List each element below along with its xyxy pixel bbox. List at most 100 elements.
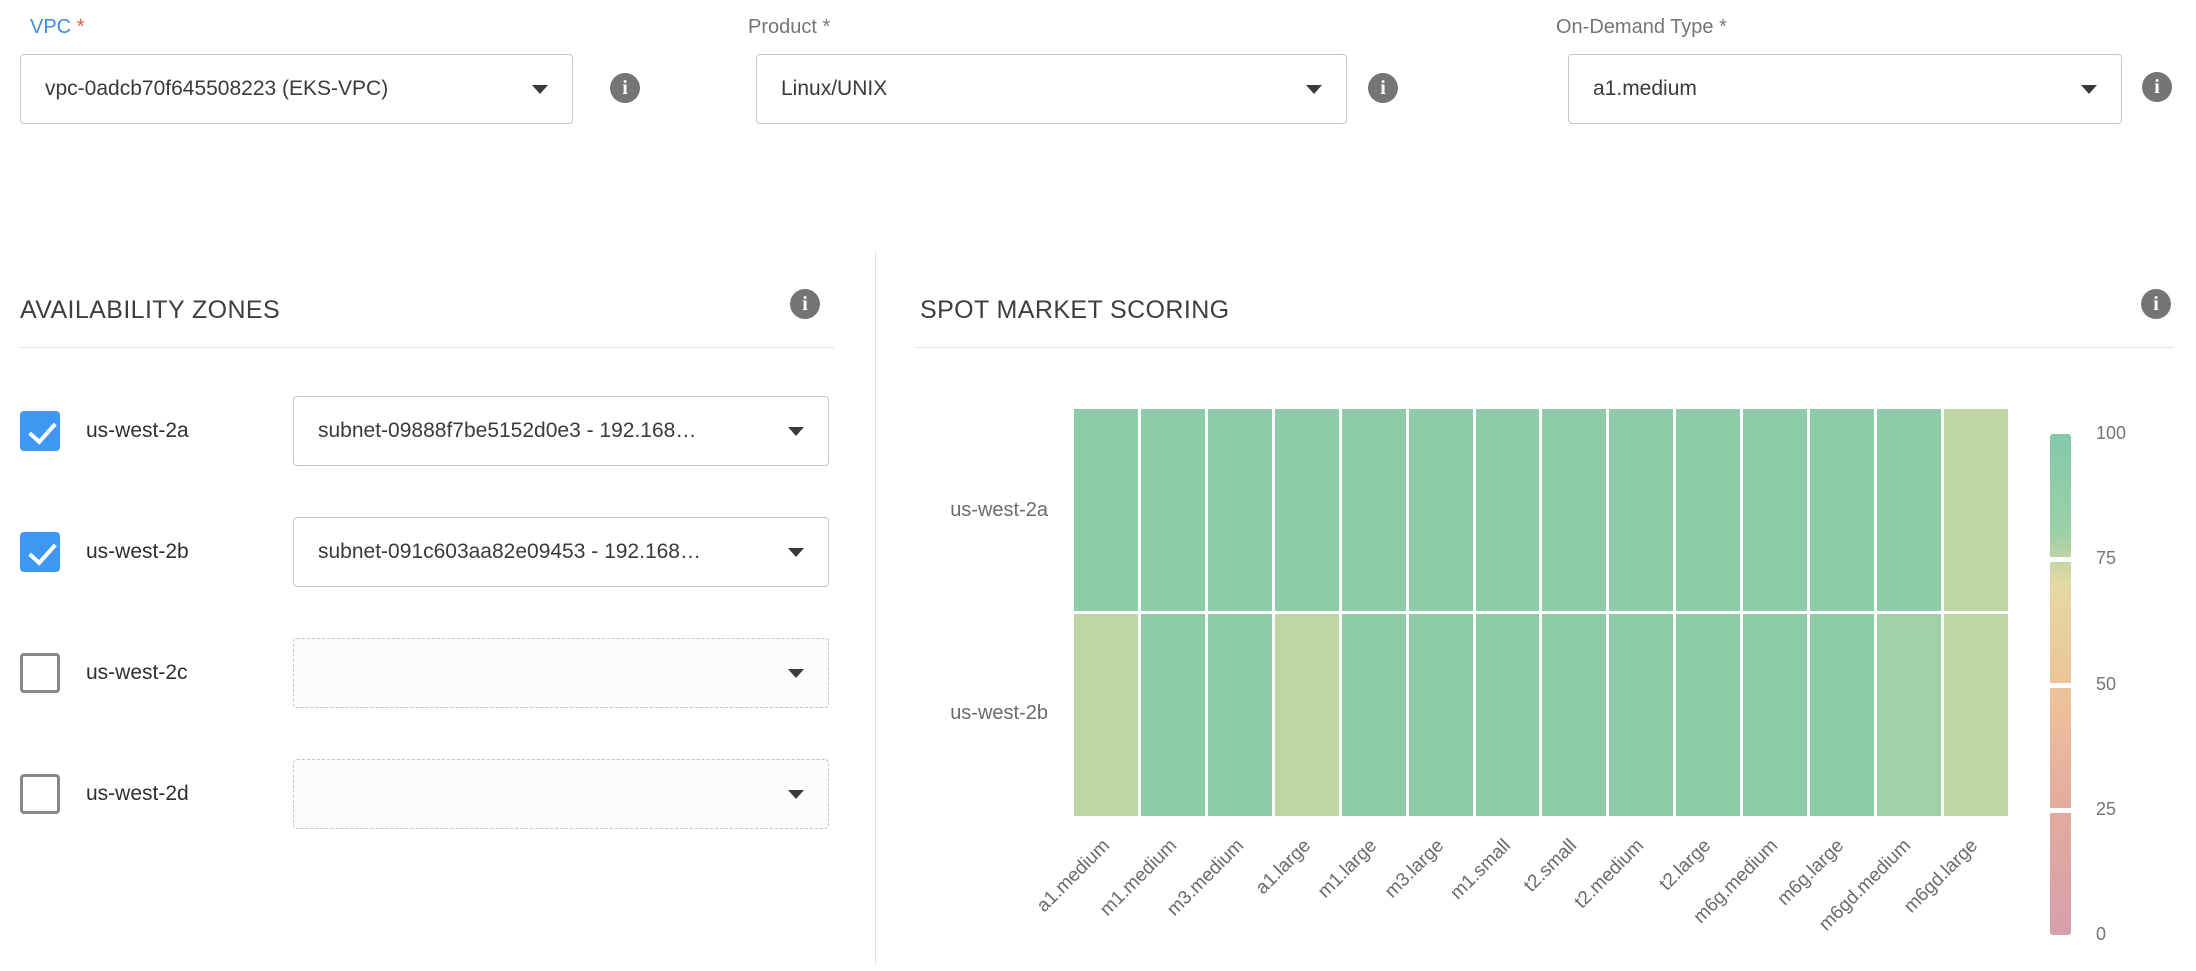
x-axis-label: m6g.medium <box>1647 835 1783 971</box>
colorbar-tick-label: 100 <box>2096 423 2126 444</box>
product-required-asterisk: * <box>823 16 831 38</box>
x-axis-label: m6gd.medium <box>1780 835 1916 971</box>
chevron-down-icon <box>788 790 804 799</box>
x-axis-label: m1.large <box>1246 835 1382 971</box>
subnet-select[interactable] <box>293 759 829 829</box>
heatmap-colorbar <box>2050 434 2071 935</box>
on-demand-type-select-value: a1.medium <box>1593 77 1697 101</box>
product-label-text: Product <box>748 16 817 38</box>
colorbar-tick-label: 50 <box>2096 674 2116 695</box>
colorbar-segment-gap <box>2050 557 2071 562</box>
colorbar-segment-gap <box>2050 808 2071 813</box>
subnet-select[interactable]: subnet-09888f7be5152d0e3 - 192.168… <box>293 396 829 466</box>
heatmap-cell <box>1944 614 2008 816</box>
product-select-value: Linux/UNIX <box>781 77 887 101</box>
availability-zones-info-icon[interactable]: i <box>790 289 820 319</box>
heatmap-cell <box>1944 409 2008 611</box>
zone-checkbox[interactable] <box>20 774 60 814</box>
spot-market-scoring-divider <box>915 347 2174 348</box>
heatmap-cell <box>1141 409 1205 611</box>
chevron-down-icon <box>532 85 548 94</box>
heatmap-cell <box>1208 614 1272 816</box>
product-select[interactable]: Linux/UNIX <box>756 54 1347 124</box>
subnet-select-value: subnet-09888f7be5152d0e3 - 192.168… <box>318 419 696 443</box>
x-axis-label: m1.small <box>1380 835 1516 971</box>
vpc-select-value: vpc-0adcb70f645508223 (EKS-VPC) <box>45 77 388 101</box>
heatmap-cell <box>1877 614 1941 816</box>
x-axis-label: m3.large <box>1313 835 1449 971</box>
heatmap-cell <box>1676 614 1740 816</box>
y-axis-label: us-west-2a <box>828 499 1048 522</box>
heatmap-cell <box>1476 409 1540 611</box>
heatmap-grid <box>1074 409 2008 816</box>
heatmap-cell <box>1275 614 1339 816</box>
heatmap-cell <box>1877 409 1941 611</box>
zone-label: us-west-2a <box>86 396 189 466</box>
heatmap-cell <box>1476 614 1540 816</box>
x-axis-label: m3.medium <box>1113 835 1249 971</box>
on-demand-type-label: On-Demand Type * <box>1556 16 1727 39</box>
zone-checkbox[interactable] <box>20 532 60 572</box>
vpc-label: VPC * <box>30 16 84 39</box>
availability-zone-row: us-west-2b subnet-091c603aa82e09453 - 19… <box>20 517 850 587</box>
zone-checkbox[interactable] <box>20 653 60 693</box>
x-axis-label: m6gd.large <box>1847 835 1983 971</box>
heatmap-cell <box>1275 409 1339 611</box>
colorbar-tick-label: 75 <box>2096 548 2116 569</box>
heatmap-cell <box>1208 409 1272 611</box>
heatmap-cell <box>1810 614 1874 816</box>
heatmap-cell <box>1609 614 1673 816</box>
vpc-select[interactable]: vpc-0adcb70f645508223 (EKS-VPC) <box>20 54 573 124</box>
colorbar-tick-label: 25 <box>2096 799 2116 820</box>
x-axis-label: m6g.large <box>1713 835 1849 971</box>
subnet-select-value: subnet-091c603aa82e09453 - 192.168… <box>318 540 701 564</box>
heatmap-cell <box>1074 409 1138 611</box>
zone-label: us-west-2d <box>86 759 189 829</box>
spot-market-scoring-title: SPOT MARKET SCORING <box>920 296 1230 325</box>
heatmap-cell <box>1342 409 1406 611</box>
subnet-select[interactable] <box>293 638 829 708</box>
heatmap-cell <box>1810 409 1874 611</box>
heatmap-cell <box>1743 409 1807 611</box>
on-demand-type-required-asterisk: * <box>1719 16 1727 38</box>
chevron-down-icon <box>788 548 804 557</box>
heatmap-cell <box>1609 409 1673 611</box>
availability-zones-title: AVAILABILITY ZONES <box>20 296 280 325</box>
y-axis-label: us-west-2b <box>828 702 1048 725</box>
availability-zones-list: us-west-2a subnet-09888f7be5152d0e3 - 19… <box>20 396 850 880</box>
zone-label: us-west-2b <box>86 517 189 587</box>
on-demand-type-info-icon[interactable]: i <box>2142 72 2172 102</box>
heatmap-cell <box>1141 614 1205 816</box>
availability-zone-row: us-west-2a subnet-09888f7be5152d0e3 - 19… <box>20 396 850 466</box>
heatmap-cell <box>1542 409 1606 611</box>
availability-zone-row: us-west-2d <box>20 759 850 829</box>
vpc-label-text: VPC <box>30 16 71 38</box>
x-axis-label: a1.medium <box>979 835 1115 971</box>
heatmap-cell <box>1743 614 1807 816</box>
heatmap-cell <box>1342 614 1406 816</box>
section-vertical-divider <box>875 252 876 964</box>
heatmap-cell <box>1074 614 1138 816</box>
heatmap-cell <box>1542 614 1606 816</box>
chevron-down-icon <box>2081 85 2097 94</box>
chevron-down-icon <box>788 669 804 678</box>
product-info-icon[interactable]: i <box>1368 73 1398 103</box>
on-demand-type-select[interactable]: a1.medium <box>1568 54 2122 124</box>
heatmap-cell <box>1676 409 1740 611</box>
chevron-down-icon <box>788 427 804 436</box>
chevron-down-icon <box>1306 85 1322 94</box>
vpc-info-icon[interactable]: i <box>610 73 640 103</box>
colorbar-tick-label: 0 <box>2096 924 2106 945</box>
x-axis-label: t2.medium <box>1513 835 1649 971</box>
product-label: Product * <box>748 16 830 39</box>
spot-market-scoring-info-icon[interactable]: i <box>2141 289 2171 319</box>
on-demand-type-label-text: On-Demand Type <box>1556 16 1714 38</box>
zone-checkbox[interactable] <box>20 411 60 451</box>
zone-label: us-west-2c <box>86 638 188 708</box>
availability-zones-divider <box>20 347 834 348</box>
vpc-required-asterisk: * <box>77 16 85 38</box>
subnet-select[interactable]: subnet-091c603aa82e09453 - 192.168… <box>293 517 829 587</box>
colorbar-segment-gap <box>2050 683 2071 688</box>
heatmap-cell <box>1409 409 1473 611</box>
x-axis-label: t2.small <box>1446 835 1582 971</box>
